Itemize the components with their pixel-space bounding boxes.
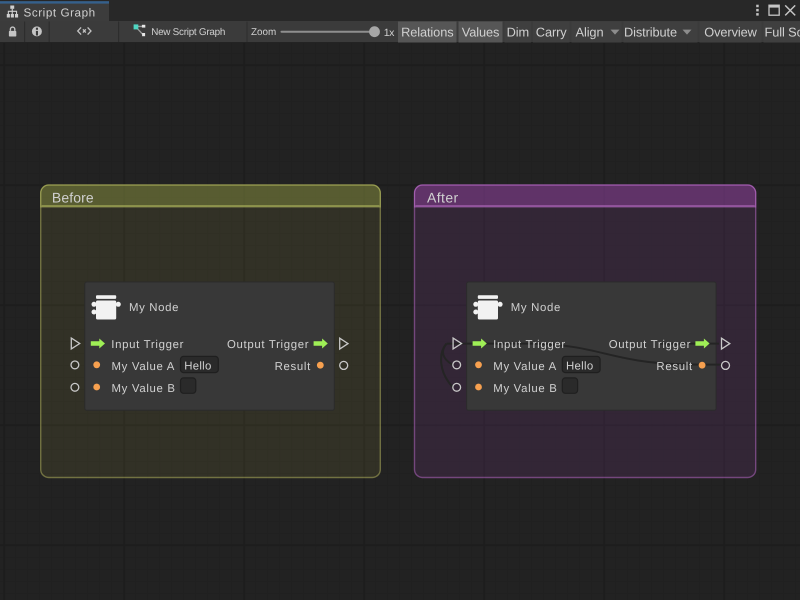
svg-text:My Value B: My Value B bbox=[112, 383, 176, 395]
svg-text:Before: Before bbox=[52, 190, 94, 206]
svg-text:Dim: Dim bbox=[507, 24, 529, 39]
svg-text:Result: Result bbox=[275, 361, 312, 373]
svg-text:Full Scre: Full Scre bbox=[765, 24, 800, 39]
svg-text:Output Trigger: Output Trigger bbox=[227, 339, 309, 351]
svg-text:After: After bbox=[427, 190, 459, 206]
svg-text:Align: Align bbox=[576, 24, 604, 39]
svg-text:My Value B: My Value B bbox=[493, 383, 557, 395]
svg-text:1x: 1x bbox=[384, 27, 395, 39]
svg-text:Input Trigger: Input Trigger bbox=[111, 339, 184, 351]
svg-text:Distribute: Distribute bbox=[624, 24, 677, 39]
svg-text:My Node: My Node bbox=[511, 302, 561, 314]
svg-text:My Node: My Node bbox=[129, 302, 179, 314]
svg-text:Zoom: Zoom bbox=[251, 27, 276, 38]
svg-text:Hello: Hello bbox=[184, 361, 211, 373]
svg-text:Result: Result bbox=[656, 361, 693, 373]
svg-text:Relations: Relations bbox=[401, 24, 453, 39]
svg-text:My Value A: My Value A bbox=[112, 361, 176, 373]
svg-text:New Script Graph: New Script Graph bbox=[151, 27, 225, 38]
svg-text:Hello: Hello bbox=[566, 361, 593, 373]
svg-text:Overview: Overview bbox=[704, 24, 757, 39]
svg-text:Script Graph: Script Graph bbox=[24, 6, 96, 19]
svg-text:My Value A: My Value A bbox=[493, 361, 557, 373]
svg-text:Output Trigger: Output Trigger bbox=[609, 339, 691, 351]
svg-text:Input Trigger: Input Trigger bbox=[493, 339, 566, 351]
svg-text:Values: Values bbox=[462, 24, 500, 39]
svg-text:Carry: Carry bbox=[536, 24, 567, 39]
